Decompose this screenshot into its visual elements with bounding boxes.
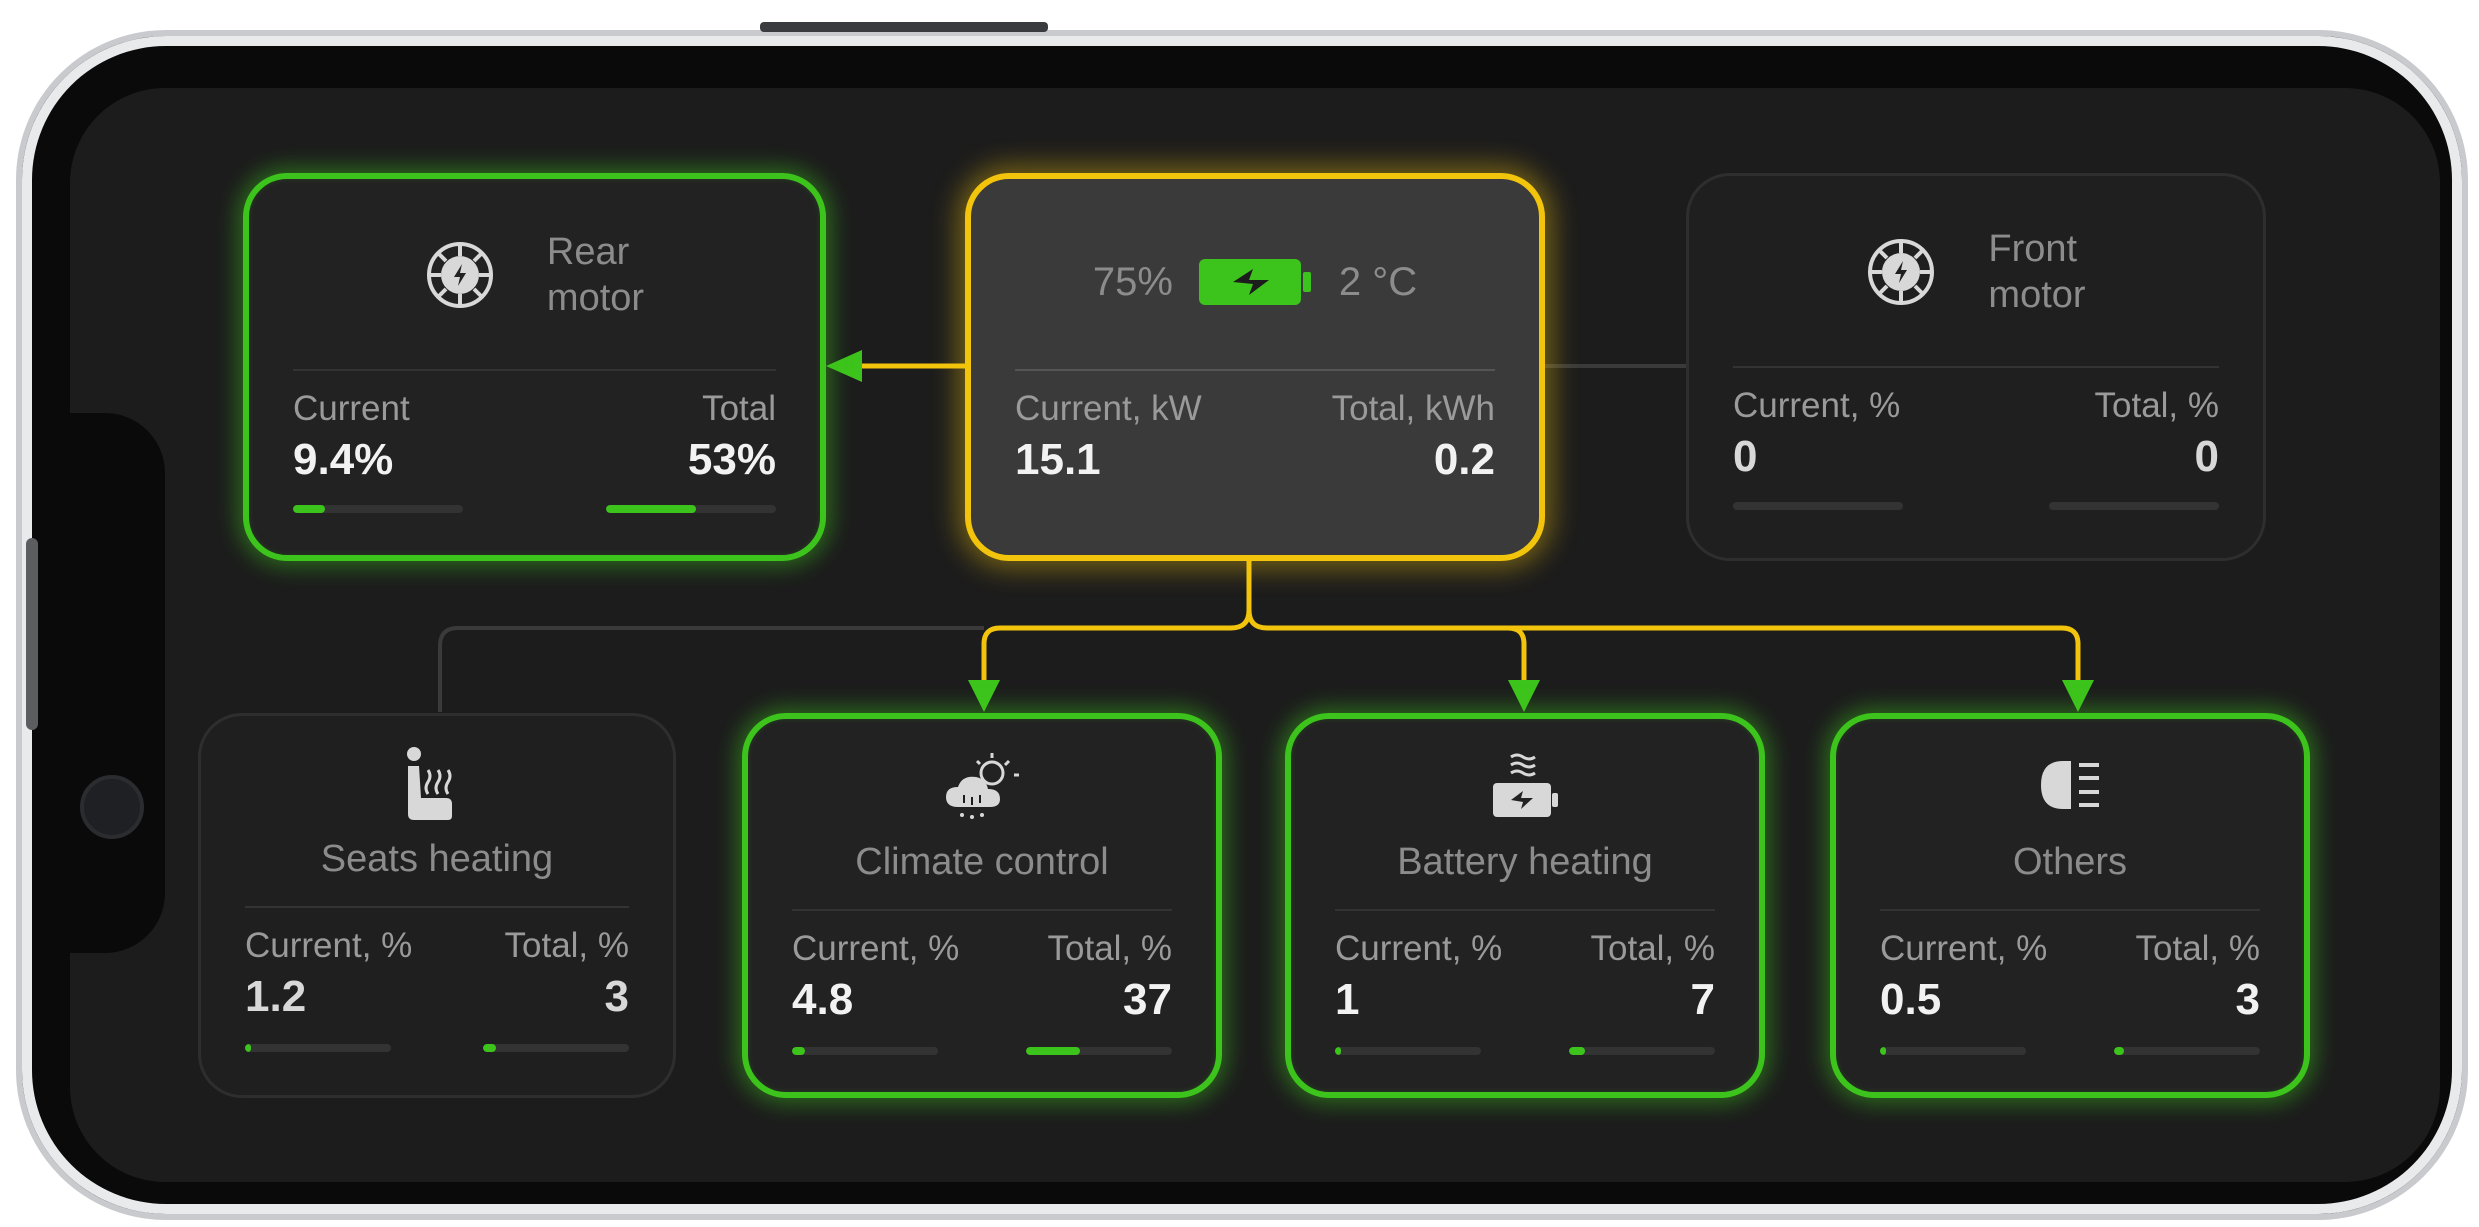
climate-control-current-value: 4.8 [792,975,854,1024]
battery-current-label: Current, kW [1015,389,1202,428]
others-total-value: 3 [2235,975,2260,1024]
battery-temperature: 2 °C [1338,260,1418,304]
rear-motor-title-line1: Rear [546,231,630,273]
climate-control-card[interactable]: Climate control Current, % Total, % 4.8 … [742,713,1222,1098]
battery-charge: 75% [1092,260,1173,304]
battery-charging-icon [1198,259,1311,305]
headlight-icon [2041,761,2099,809]
rear-motor-total-bar [606,505,776,513]
battery-card[interactable]: 75% 2 °C Current, kW Total, kWh 15.1 0.2 [965,173,1545,561]
climate-control-total-bar [1026,1047,1172,1055]
battery-divider [1015,369,1495,371]
battery-heating-card[interactable]: Battery heating Current, % Total, % 1 7 [1285,713,1765,1098]
others-total-bar [2114,1047,2260,1055]
battery-heating-total-value: 7 [1690,975,1715,1024]
front-motor-total-label: Total, % [2094,386,2220,425]
others-card[interactable]: Others Current, % Total, % 0.5 3 [1830,713,2310,1098]
battery-heating-total-label: Total, % [1590,929,1716,968]
front-motor-title-line1: Front [1988,228,2078,270]
seats-heating-current-bar [245,1044,391,1052]
battery-heating-icon-wrap [1291,751,1759,821]
others-icon-wrap [1836,755,2304,815]
seats-heating-current-label: Current, % [245,926,413,965]
others-divider [1880,909,2260,911]
rear-motor-total-value: 53% [687,435,776,484]
side-button [26,538,38,730]
others-title: Others [2012,841,2128,883]
notch [70,413,165,953]
seats-heating-divider [245,906,629,908]
battery-current-value: 15.1 [1015,435,1101,484]
battery-total-label: Total, kWh [1331,389,1495,428]
seats-heating-total-value: 3 [604,972,629,1021]
top-button [760,22,1048,32]
seat-heating-icon [407,747,452,820]
climate-control-current-label: Current, % [792,929,960,968]
seats-heating-total-bar [483,1044,629,1052]
rear-motor-title-line2: motor [546,277,645,319]
battery-heating-total-bar [1569,1047,1715,1055]
motor-icon [1868,239,1935,305]
battery-heating-current-value: 1 [1335,975,1360,1024]
front-motor-current-label: Current, % [1733,386,1901,425]
others-current-label: Current, % [1880,929,2048,968]
others-current-value: 0.5 [1880,975,1942,1024]
climate-control-title: Climate control [855,841,1109,883]
rear-motor-total-label: Total [702,389,776,428]
climate-control-total-label: Total, % [1047,929,1173,968]
seats-heating-current-value: 1.2 [245,972,307,1021]
battery-total-value: 0.2 [1433,435,1495,484]
front-motor-header: Front motor [1689,226,2263,318]
seats-heating-title: Seats heating [320,838,554,880]
battery-heating-current-bar [1335,1047,1481,1055]
battery-heating-current-label: Current, % [1335,929,1503,968]
rear-motor-current-bar [293,505,463,513]
rear-motor-current-label: Current [293,389,410,428]
others-current-bar [1880,1047,2026,1055]
climate-control-icon-wrap [748,751,1216,821]
climate-control-total-value: 37 [1123,975,1172,1024]
front-motor-current-value: 0 [1733,432,1758,481]
seats-heating-card[interactable]: Seats heating Current, % Total, % 1.2 3 [198,713,676,1098]
front-motor-card[interactable]: Front motor Current, % Total, % 0 0 [1686,173,2266,561]
climate-control-divider [792,909,1172,911]
others-total-label: Total, % [2135,929,2261,968]
battery-header: 75% 2 °C [971,257,1539,307]
front-motor-divider [1733,366,2219,368]
battery-heating-icon [1493,753,1558,817]
climate-icon [946,753,1019,819]
front-motor-total-bar [2049,502,2219,510]
rear-motor-current-value: 9.4% [293,435,394,484]
rear-motor-divider [293,369,776,371]
front-motor-current-bar [1733,502,1903,510]
rear-motor-card[interactable]: Rear motor Current Total 9.4% 53% [243,173,826,561]
seats-heating-total-label: Total, % [504,926,630,965]
climate-control-current-bar [792,1047,938,1055]
motor-icon [426,242,493,308]
rear-motor-header: Rear motor [249,229,820,321]
battery-heating-divider [1335,909,1715,911]
battery-heating-title: Battery heating [1397,841,1653,883]
front-motor-total-value: 0 [2194,432,2219,481]
seats-heating-icon-wrap [201,746,673,822]
front-motor-title-line2: motor [1988,274,2086,316]
front-camera [80,775,144,839]
